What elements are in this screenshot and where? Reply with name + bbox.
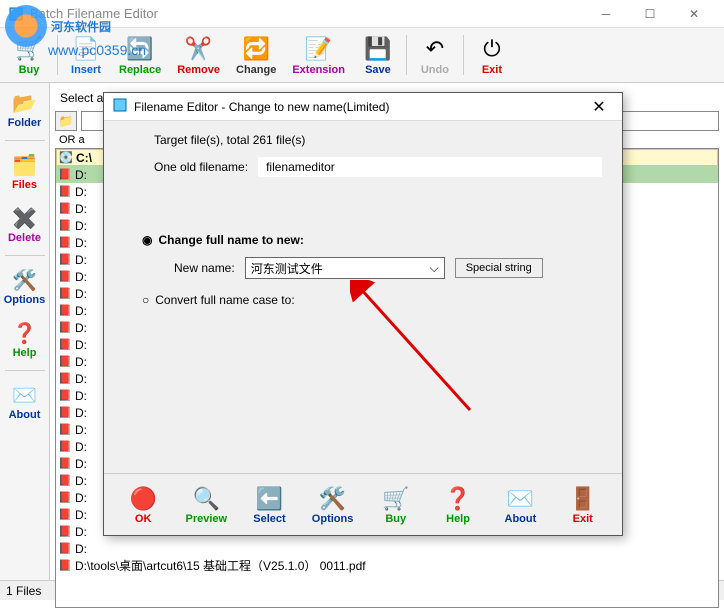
- save-button[interactable]: 💾 Save: [354, 31, 402, 79]
- options-icon: 🛠️: [319, 485, 347, 513]
- window-title: Batch Filename Editor: [30, 6, 584, 21]
- pdf-icon: 📕: [58, 304, 72, 318]
- radio-change-full[interactable]: ◉ Change full name to new:: [142, 233, 602, 247]
- pdf-icon: 📕: [58, 389, 72, 403]
- dlg-options-button[interactable]: 🛠️ Options: [308, 483, 358, 527]
- maximize-button[interactable]: ☐: [628, 0, 672, 28]
- new-name-label: New name:: [174, 261, 235, 275]
- pdf-icon: 📕: [58, 270, 72, 284]
- radio-checked-icon: ◉: [142, 233, 152, 247]
- change-icon: 🔁: [242, 35, 270, 63]
- radio-convert-case[interactable]: ○ Convert full name case to:: [142, 293, 602, 307]
- dialog-icon: [112, 97, 128, 116]
- special-string-button[interactable]: Special string: [455, 258, 543, 278]
- dialog-title: Filename Editor - Change to new name(Lim…: [134, 100, 584, 114]
- help-icon: ❓: [12, 320, 38, 346]
- pdf-icon: 📕: [58, 491, 72, 505]
- help-icon: ❓: [444, 485, 472, 513]
- pdf-icon: 📕: [58, 406, 72, 420]
- pdf-icon: 📕: [58, 321, 72, 335]
- undo-button[interactable]: ↶ Undo: [411, 31, 459, 79]
- help-button[interactable]: ❓ Help: [3, 317, 47, 362]
- search-icon: 🔍: [192, 485, 220, 513]
- pdf-icon: 📕: [58, 542, 72, 556]
- replace-icon: 🔄: [126, 35, 154, 63]
- app-icon: [8, 6, 24, 22]
- pdf-icon: 📕: [58, 440, 72, 454]
- old-filename-value: filenameditor: [258, 157, 602, 177]
- power-icon: ⏻: [478, 35, 506, 63]
- new-name-combo[interactable]: 河东测试文件 ⌵: [245, 257, 445, 279]
- delete-icon: ✖️: [12, 205, 38, 231]
- files-button[interactable]: 🗂️ Files: [3, 149, 47, 194]
- dialog-close-button[interactable]: ✕: [584, 95, 614, 119]
- status-files: 1 Files: [6, 584, 41, 598]
- sidebar: 📂 Folder 🗂️ Files ✖️ Delete 🛠️ Options ❓…: [0, 83, 50, 580]
- ok-icon: 🔴: [129, 485, 157, 513]
- close-button[interactable]: ✕: [672, 0, 716, 28]
- dlg-buy-button[interactable]: 🛒 Buy: [372, 483, 420, 527]
- pdf-icon: 📕: [58, 474, 72, 488]
- undo-icon: ↶: [421, 35, 449, 63]
- pdf-icon: 📕: [58, 457, 72, 471]
- drive-icon: 💽: [59, 151, 73, 165]
- insert-button[interactable]: 📄 Insert: [62, 31, 110, 79]
- folder-icon: 📂: [12, 90, 38, 116]
- pdf-icon: 📕: [58, 508, 72, 522]
- dlg-about-button[interactable]: ✉️ About: [496, 483, 544, 527]
- remove-button[interactable]: ✂️ Remove: [170, 31, 227, 79]
- folder-button[interactable]: 📂 Folder: [3, 87, 47, 132]
- pdf-icon: 📕: [58, 423, 72, 437]
- minimize-button[interactable]: ─: [584, 0, 628, 28]
- pdf-icon: 📕: [58, 525, 72, 539]
- insert-icon: 📄: [72, 35, 100, 63]
- buy-button[interactable]: 🛒 Buy: [5, 31, 53, 79]
- pdf-icon: 📕: [58, 202, 72, 216]
- pdf-icon: 📕: [58, 253, 72, 267]
- pdf-icon: 📕: [58, 338, 72, 352]
- browse-button[interactable]: 📁: [55, 111, 77, 131]
- radio-unchecked-icon: ○: [142, 293, 149, 307]
- arrow-left-icon: ⬅️: [255, 485, 283, 513]
- ok-button[interactable]: 🔴 OK: [119, 483, 167, 527]
- pdf-icon: 📕: [58, 287, 72, 301]
- target-files-label: Target file(s), total 261 file(s): [154, 133, 305, 147]
- about-button[interactable]: ✉️ About: [3, 379, 47, 424]
- dlg-exit-button[interactable]: 🚪 Exit: [559, 483, 607, 527]
- replace-button[interactable]: 🔄 Replace: [112, 31, 168, 79]
- dlg-help-button[interactable]: ❓ Help: [434, 483, 482, 527]
- file-row[interactable]: 📕D:\tools\桌面\artcut6\15 基础工程（V25.1.0） 00…: [56, 557, 718, 574]
- pdf-icon: 📕: [58, 219, 72, 233]
- change-dialog: Filename Editor - Change to new name(Lim…: [103, 92, 623, 536]
- dialog-toolbar: 🔴 OK 🔍 Preview ⬅️ Select 🛠️ Options 🛒 Bu…: [104, 473, 622, 535]
- titlebar: Batch Filename Editor ─ ☐ ✕: [0, 0, 724, 28]
- pdf-icon: 📕: [58, 355, 72, 369]
- save-icon: 💾: [364, 35, 392, 63]
- options-button[interactable]: 🛠️ Options: [3, 264, 47, 309]
- envelope-icon: ✉️: [12, 382, 38, 408]
- chevron-down-icon: ⌵: [430, 261, 439, 276]
- select-button[interactable]: ⬅️ Select: [245, 483, 293, 527]
- exit-button[interactable]: ⏻ Exit: [468, 31, 516, 79]
- pdf-icon: 📕: [58, 559, 72, 573]
- cart-icon: 🛒: [382, 485, 410, 513]
- pdf-icon: 📕: [58, 236, 72, 250]
- file-row[interactable]: 📕D:: [56, 540, 718, 557]
- remove-icon: ✂️: [185, 35, 213, 63]
- pdf-icon: 📕: [58, 168, 72, 182]
- extension-icon: 📝: [305, 35, 333, 63]
- change-button[interactable]: 🔁 Change: [229, 31, 283, 79]
- old-filename-label: One old filename:: [154, 160, 248, 174]
- options-icon: 🛠️: [12, 267, 38, 293]
- extension-button[interactable]: 📝 Extension: [285, 31, 352, 79]
- files-icon: 🗂️: [12, 152, 38, 178]
- preview-button[interactable]: 🔍 Preview: [182, 483, 232, 527]
- pdf-icon: 📕: [58, 185, 72, 199]
- pdf-icon: 📕: [58, 372, 72, 386]
- cart-icon: 🛒: [15, 35, 43, 63]
- main-toolbar: 🛒 Buy 📄 Insert 🔄 Replace ✂️ Remove 🔁 Cha…: [0, 28, 724, 83]
- delete-button[interactable]: ✖️ Delete: [3, 202, 47, 247]
- exit-icon: 🚪: [569, 485, 597, 513]
- envelope-icon: ✉️: [506, 485, 534, 513]
